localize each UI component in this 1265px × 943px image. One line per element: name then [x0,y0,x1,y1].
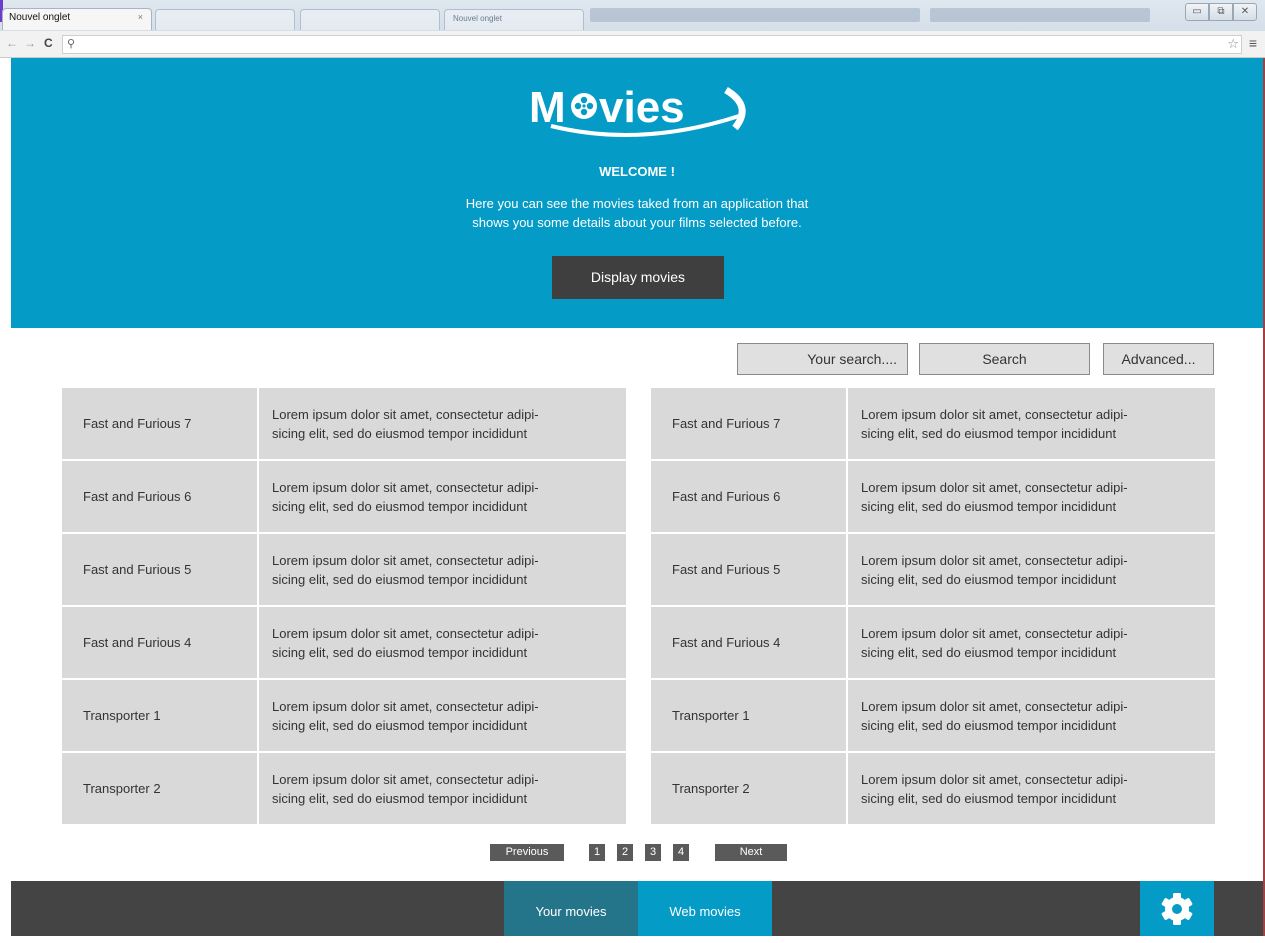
movie-row[interactable]: Fast and Furious 6 Lorem ipsum dolor sit… [62,461,626,532]
movie-title: Fast and Furious 7 [651,388,846,459]
minimize-button[interactable]: ▭ [1185,3,1209,21]
taskbar-ghost [930,8,1150,22]
movie-title: Fast and Furious 6 [651,461,846,532]
movie-row[interactable]: Fast and Furious 4 Lorem ipsum dolor sit… [62,607,626,678]
pagination: Previous 1 2 3 4 Next [11,844,1263,861]
page-button-1[interactable]: 1 [589,844,605,861]
taskbar-ghost [590,8,920,22]
movie-table-left: Fast and Furious 7 Lorem ipsum dolor sit… [62,388,626,826]
movie-row[interactable]: Transporter 2 Lorem ipsum dolor sit amet… [651,753,1215,824]
page-button-2[interactable]: 2 [617,844,633,861]
movie-row[interactable]: Transporter 2 Lorem ipsum dolor sit amet… [62,753,626,824]
movie-row[interactable]: Fast and Furious 7 Lorem ipsum dolor sit… [62,388,626,459]
window-controls: ▭ ⧉ ✕ [1185,3,1257,23]
back-arrow-icon[interactable]: ← [6,36,18,50]
movie-title: Transporter 1 [62,680,257,751]
intro-line-1: Here you can see the movies taked from a… [465,196,809,211]
tab-background-2[interactable] [300,9,440,30]
intro-text: Here you can see the movies taked from a… [437,194,837,232]
svg-text:vies: vies [599,83,685,132]
movie-title: Transporter 2 [62,753,257,824]
page-button-4[interactable]: 4 [673,844,689,861]
advanced-search-button[interactable]: Advanced... [1103,343,1214,375]
page: M vies WELCOME ! Here you can see the mo… [11,58,1265,936]
intro-line-2: shows you some details about your films … [472,215,802,230]
movie-title: Fast and Furious 6 [62,461,257,532]
movie-title: Transporter 1 [651,680,846,751]
movie-description: Lorem ipsum dolor sit amet, consectetur … [259,680,626,751]
address-bar[interactable]: ⚲ [62,35,1242,54]
movie-row[interactable]: Fast and Furious 6 Lorem ipsum dolor sit… [651,461,1215,532]
browser-menu-icon[interactable]: ≡ [1249,35,1257,51]
bookmark-star-icon[interactable]: ☆ [1227,36,1239,52]
search-input[interactable]: Your search.... [737,343,908,375]
tab-your-movies[interactable]: Your movies [504,881,638,936]
svg-text:M: M [529,83,566,132]
movie-description: Lorem ipsum dolor sit amet, consectetur … [848,388,1215,459]
movies-logo: M vies [529,83,746,137]
movie-title: Fast and Furious 4 [651,607,846,678]
forward-arrow-icon[interactable]: → [24,36,36,50]
movie-title: Fast and Furious 5 [62,534,257,605]
tab-label: Nouvel onglet [9,12,71,23]
settings-button[interactable] [1140,881,1214,936]
movie-row[interactable]: Fast and Furious 5 Lorem ipsum dolor sit… [62,534,626,605]
movie-row[interactable]: Transporter 1 Lorem ipsum dolor sit amet… [651,680,1215,751]
movie-row[interactable]: Fast and Furious 5 Lorem ipsum dolor sit… [651,534,1215,605]
movie-row[interactable]: Fast and Furious 7 Lorem ipsum dolor sit… [651,388,1215,459]
movie-description: Lorem ipsum dolor sit amet, consectetur … [848,534,1215,605]
display-movies-button[interactable]: Display movies [552,256,724,299]
movie-description: Lorem ipsum dolor sit amet, consectetur … [848,753,1215,824]
next-page-button[interactable]: Next [715,844,787,861]
movie-description: Lorem ipsum dolor sit amet, consectetur … [259,388,626,459]
movie-title: Transporter 2 [651,753,846,824]
tab-close-icon[interactable]: × [138,12,143,22]
tab-background-3[interactable]: Nouvel onglet [444,9,584,30]
movie-description: Lorem ipsum dolor sit amet, consectetur … [848,607,1215,678]
browser-chrome: Nouvel onglet × Nouvel onglet ▭ ⧉ ✕ ← → … [0,0,1265,58]
footer-bar: Your movies Web movies [11,881,1263,936]
movie-row[interactable]: Fast and Furious 4 Lorem ipsum dolor sit… [651,607,1215,678]
tab-web-movies[interactable]: Web movies [638,881,772,936]
movie-description: Lorem ipsum dolor sit amet, consectetur … [848,461,1215,532]
movie-title: Fast and Furious 4 [62,607,257,678]
browser-navbar: ← → C ⚲ ☆ ≡ [0,31,1265,58]
hero-banner: M vies WELCOME ! Here you can see the mo… [11,58,1263,328]
previous-page-button[interactable]: Previous [490,844,564,861]
search-icon: ⚲ [67,38,76,50]
movie-title: Fast and Furious 5 [651,534,846,605]
page-button-3[interactable]: 3 [645,844,661,861]
reload-icon[interactable]: C [44,36,53,50]
movie-description: Lorem ipsum dolor sit amet, consectetur … [848,680,1215,751]
movie-row[interactable]: Transporter 1 Lorem ipsum dolor sit amet… [62,680,626,751]
gear-icon [1161,892,1193,925]
movie-table-right: Fast and Furious 7 Lorem ipsum dolor sit… [651,388,1215,826]
tab-background-1[interactable] [155,9,295,30]
close-window-button[interactable]: ✕ [1233,3,1257,21]
movie-description: Lorem ipsum dolor sit amet, consectetur … [259,461,626,532]
search-button[interactable]: Search [919,343,1090,375]
restore-button[interactable]: ⧉ [1209,3,1233,21]
movie-title: Fast and Furious 7 [62,388,257,459]
movie-description: Lorem ipsum dolor sit amet, consectetur … [259,534,626,605]
movie-description: Lorem ipsum dolor sit amet, consectetur … [259,753,626,824]
tab-strip: Nouvel onglet × Nouvel onglet ▭ ⧉ ✕ [0,0,1265,30]
movie-description: Lorem ipsum dolor sit amet, consectetur … [259,607,626,678]
welcome-heading: WELCOME ! [599,164,675,179]
tab-label: Nouvel onglet [453,14,502,23]
film-reel-icon [571,93,597,119]
tab-new-tab[interactable]: Nouvel onglet × [2,8,152,30]
